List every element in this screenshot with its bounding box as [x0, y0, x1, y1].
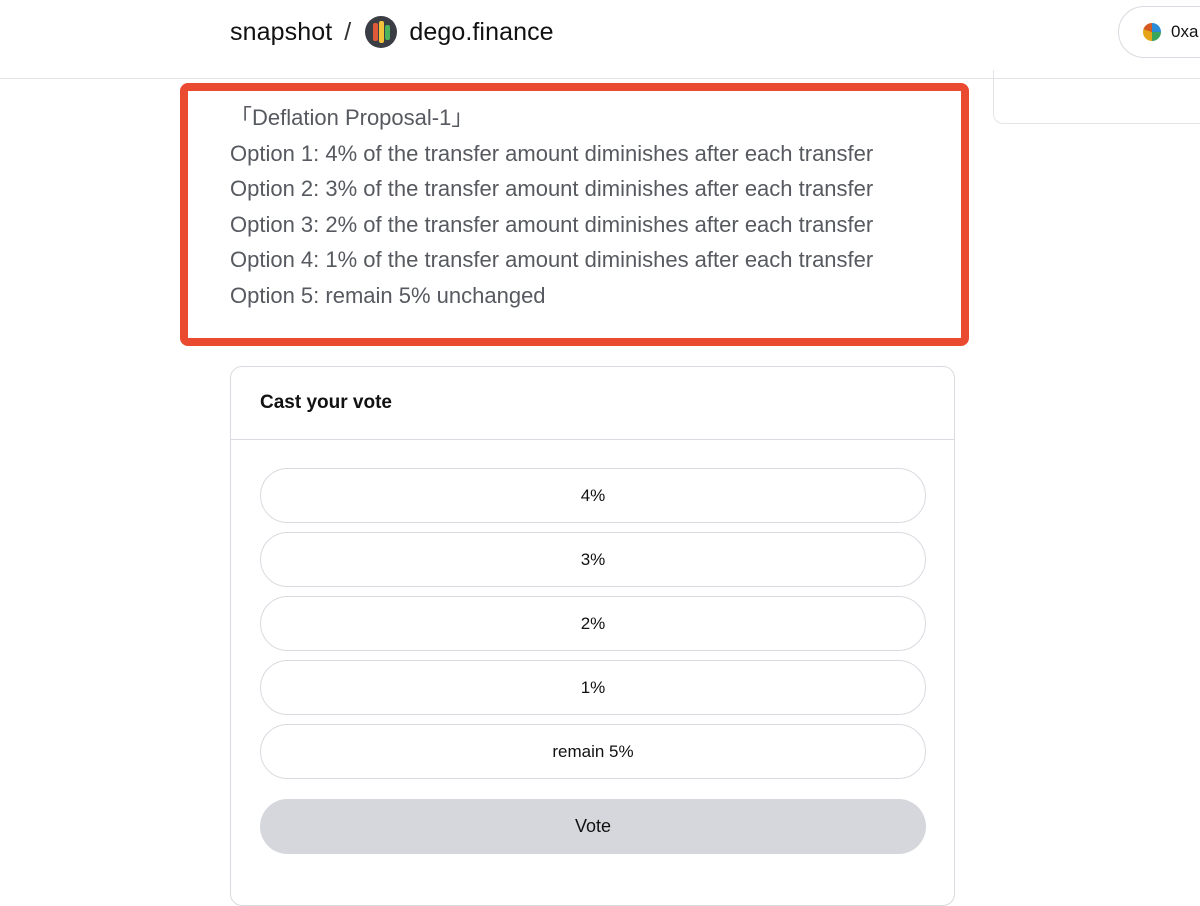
proposal-option-line: Option 2: 3% of the transfer amount dimi… — [230, 176, 874, 201]
breadcrumb-separator: / — [344, 17, 352, 46]
choice-remain-5-percent[interactable]: remain 5% — [260, 724, 926, 779]
snapshot-home-link[interactable]: snapshot — [230, 18, 332, 47]
choice-3-percent[interactable]: 3% — [260, 532, 926, 587]
account-avatar-icon — [1143, 23, 1161, 41]
proposal-option-line: Option 4: 1% of the transfer amount dimi… — [230, 247, 874, 272]
choice-2-percent[interactable]: 2% — [260, 596, 926, 651]
proposal-option-line: Option 1: 4% of the transfer amount dimi… — [230, 140, 874, 166]
proposal-option-line: Option 5: remain 5% unchanged — [230, 282, 546, 308]
choice-1-percent[interactable]: 1% — [260, 660, 926, 715]
choice-4-percent[interactable]: 4% — [260, 468, 926, 523]
cast-vote-card: Cast your vote 4% 3% 2% 1% remain 5% Vot… — [230, 366, 955, 906]
proposal-option-line: Option 3: 2% of the transfer amount dimi… — [230, 211, 874, 237]
space-name-link[interactable]: dego.finance — [409, 18, 553, 47]
breadcrumb: snapshot / dego.finance — [230, 14, 554, 50]
account-button[interactable]: 0xa — [1118, 6, 1200, 58]
proposal-title-line: 「Deflation Proposal-1」 — [230, 105, 474, 130]
proposal-body: 「Deflation Proposal-1」 Option 1: 4% of t… — [230, 100, 950, 313]
vote-card-title: Cast your vote — [231, 367, 954, 440]
vote-button[interactable]: Vote — [260, 799, 926, 854]
dego-logo-icon — [365, 16, 398, 48]
account-address: 0xa — [1171, 22, 1199, 41]
top-nav: snapshot / dego.finance 0xa — [0, 0, 1200, 79]
sidebar-info-card — [993, 70, 1200, 124]
vote-choices: 4% 3% 2% 1% remain 5% — [260, 468, 926, 788]
